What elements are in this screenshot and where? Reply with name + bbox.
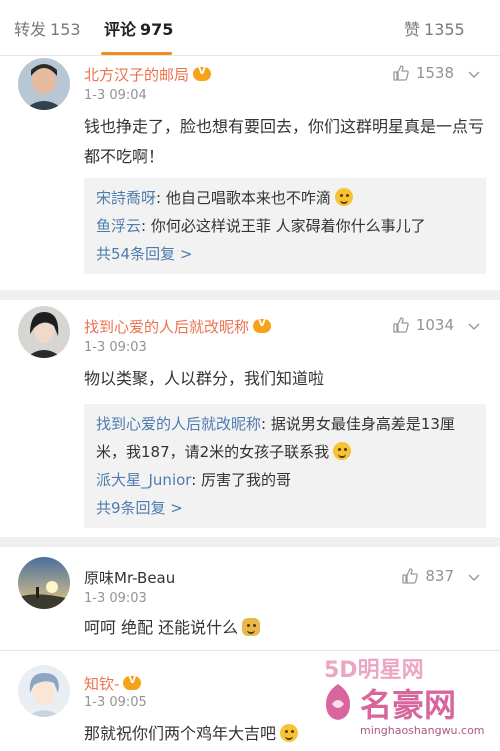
tab-comments-count: 975 [140, 20, 174, 39]
reply-username[interactable]: 派大星_Junior [96, 471, 191, 489]
comment-time: 1-3 09:05 [84, 695, 147, 710]
thumb-up-icon [402, 568, 419, 584]
comment-time: 1-3 09:03 [84, 340, 147, 355]
comment-username[interactable]: 原味Mr-Beau [84, 567, 175, 588]
grin-emoji-icon [333, 442, 352, 460]
tab-likes-count: 1355 [424, 20, 465, 39]
vip-badge-icon [193, 66, 212, 81]
watermark-logo-icon [320, 682, 356, 722]
active-tab-indicator [101, 52, 172, 55]
comment-text: 钱也挣走了，脸也想有要回去，你们这群明星真是一点亏都不吃啊！ [84, 117, 485, 166]
reply-text: : 他自己唱歌本来也不咋滴 [156, 189, 331, 207]
thumb-up-icon [393, 317, 409, 333]
chevron-down-icon[interactable] [466, 569, 482, 585]
avatar[interactable] [18, 557, 70, 609]
reply-box: 找到心爱的人后就改昵称: 据说男女最佳身高差是13厘米，我187，请2米的女孩子… [84, 404, 486, 528]
reply-item: 派大星_Junior: 厉害了我的哥 [96, 466, 474, 494]
comment-text: 呵呵 绝配 还能说什么 [84, 613, 484, 643]
doge-emoji-icon [242, 618, 261, 636]
comment-username-text: 找到心爱的人后就改昵称 [84, 318, 250, 336]
comment-username-text: 原味Mr-Beau [84, 569, 176, 587]
reply-box: 宋詩喬呀: 他自己唱歌本来也不咋滴 鱼浮云: 你何必这样说王菲 人家碍着你什么事… [84, 178, 486, 274]
comment-text: 物以类聚，人以群分，我们知道啦 [84, 369, 325, 388]
smile-emoji-icon [280, 724, 299, 742]
comment-username-text: 北方汉子的邮局 [84, 66, 190, 84]
reply-username[interactable]: 找到心爱的人后就改昵称 [96, 415, 261, 433]
more-replies-link[interactable]: 共54条回复 > [96, 240, 474, 268]
like-count: 837 [425, 567, 454, 585]
chevron-down-icon[interactable] [466, 66, 482, 82]
like-button[interactable]: 837 [401, 567, 454, 585]
like-count: 1538 [415, 64, 454, 82]
vip-badge-icon [123, 675, 142, 690]
comment-username[interactable]: 找到心爱的人后就改昵称 [84, 316, 272, 337]
divider [0, 290, 500, 300]
reply-item: 找到心爱的人后就改昵称: 据说男女最佳身高差是13厘米，我187，请2米的女孩子… [96, 410, 474, 466]
tab-reposts[interactable]: 转发 153 [14, 16, 81, 40]
comment-username-text: 知钦- [84, 675, 120, 693]
watermark-brand-main: 名豪网 [360, 686, 457, 724]
watermark: 5D明星网 名豪网 minghaoshangwu.com [314, 652, 494, 748]
avatar[interactable] [18, 665, 70, 717]
reply-text: : 你何必这样说王菲 人家碍着你什么事儿了 [141, 217, 426, 235]
tab-reposts-label: 转发 [14, 20, 47, 39]
tab-likes[interactable]: 赞 1355 [404, 16, 465, 40]
divider [0, 650, 500, 651]
tab-likes-label: 赞 [404, 20, 421, 39]
laugh-emoji-icon [334, 188, 353, 206]
like-count: 1034 [415, 316, 454, 334]
comment-time: 1-3 09:03 [84, 591, 147, 606]
tab-comments[interactable]: 评论 975 [104, 16, 173, 40]
divider [0, 537, 500, 547]
avatar[interactable] [18, 306, 70, 358]
reply-text: : 厉害了我的哥 [191, 471, 292, 489]
tab-reposts-count: 153 [50, 20, 81, 39]
like-button[interactable]: 1034 [392, 316, 454, 334]
tab-comments-label: 评论 [104, 20, 137, 39]
reply-item: 鱼浮云: 你何必这样说王菲 人家碍着你什么事儿了 [96, 212, 474, 240]
reply-username[interactable]: 鱼浮云 [96, 217, 141, 235]
comment-username[interactable]: 北方汉子的邮局 [84, 64, 212, 85]
like-button[interactable]: 1538 [392, 64, 454, 82]
thumb-up-icon [393, 65, 409, 81]
watermark-url: minghaoshangwu.com [360, 724, 485, 737]
chevron-down-icon[interactable] [466, 318, 482, 334]
reply-username[interactable]: 宋詩喬呀 [96, 189, 156, 207]
comment-time: 1-3 09:04 [84, 88, 147, 103]
avatar[interactable] [18, 58, 70, 110]
vip-badge-icon [253, 318, 272, 333]
reply-item: 宋詩喬呀: 他自己唱歌本来也不咋滴 [96, 184, 474, 212]
comment-username[interactable]: 知钦- [84, 673, 142, 694]
tab-bar: 转发 153 评论 975 赞 1355 [0, 0, 500, 56]
comment-text-content: 呵呵 绝配 还能说什么 [84, 618, 239, 637]
more-replies-link[interactable]: 共9条回复 > [96, 494, 474, 522]
comment-text-content: 那就祝你们两个鸡年大吉吧 [84, 724, 277, 743]
